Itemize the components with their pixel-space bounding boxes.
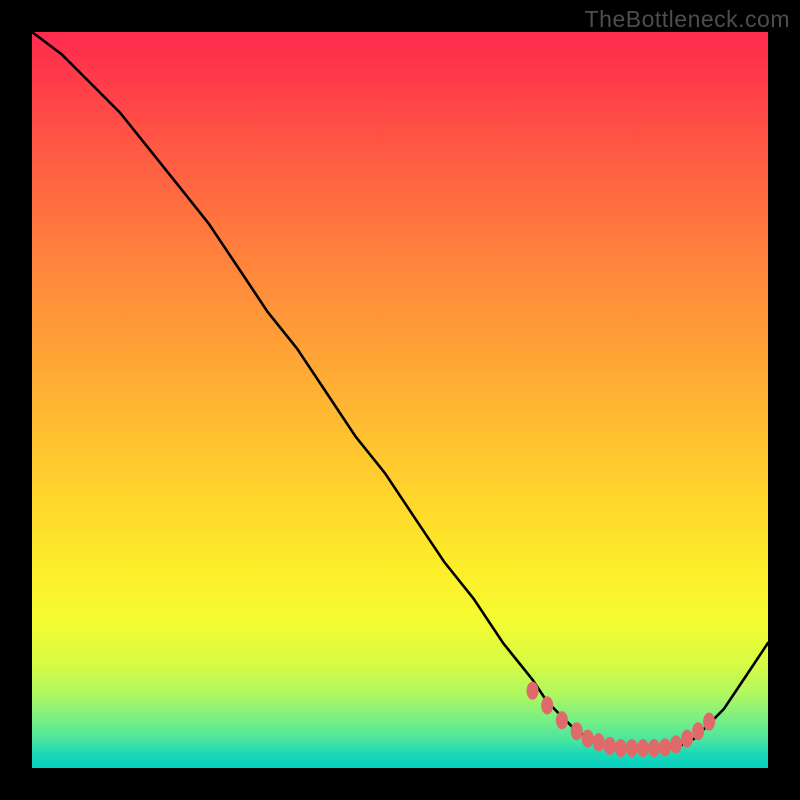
plot-area (32, 32, 768, 768)
marker-dot (703, 713, 715, 731)
marker-dot (648, 739, 660, 757)
marker-dot (541, 696, 553, 714)
marker-dot (582, 730, 594, 748)
marker-dot (571, 722, 583, 740)
marker-dot (670, 735, 682, 753)
marker-dot (615, 739, 627, 757)
marker-dot (556, 711, 568, 729)
marker-dot (527, 682, 539, 700)
marker-dot (692, 722, 704, 740)
marker-dot (659, 738, 671, 756)
chart-frame: TheBottleneck.com (0, 0, 800, 800)
bottleneck-curve-path (32, 32, 768, 750)
watermark-text: TheBottleneck.com (585, 6, 790, 33)
curve-svg (32, 32, 768, 768)
marker-dot (593, 733, 605, 751)
marker-dot (637, 739, 649, 757)
marker-dot (626, 739, 638, 757)
marker-dot (681, 730, 693, 748)
marker-dot (604, 737, 616, 755)
optimal-zone-markers (527, 682, 716, 757)
